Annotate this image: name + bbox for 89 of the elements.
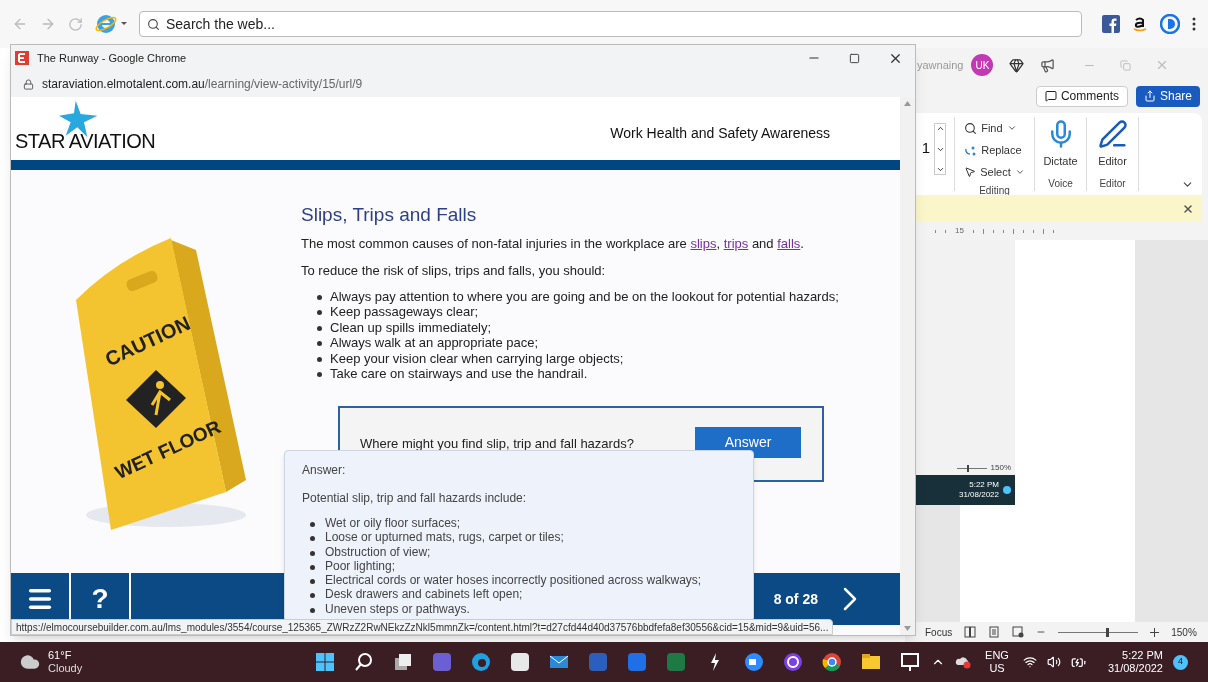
language-indicator[interactable]: ENG US: [985, 649, 1009, 675]
clock[interactable]: 5:22 PM 31/08/2022: [1107, 649, 1163, 675]
read-mode-icon[interactable]: [964, 626, 977, 638]
group-label: Voice: [1048, 177, 1073, 191]
course-title: Work Health and Safety Awareness: [610, 124, 830, 143]
search-icon: [964, 121, 978, 135]
hazard-text: Electrical cords or water hoses incorrectly positioned across walkways;: [325, 573, 702, 588]
more-icon[interactable]: [1192, 17, 1196, 31]
window-title: The Runway - Google Chrome: [37, 50, 188, 66]
comment-icon: [1044, 90, 1057, 102]
tip-text: Clean up spills immediately;: [330, 319, 492, 335]
question-text: Where might you find slip, trip and fall hazards?: [360, 434, 634, 453]
time-text: 5:22 PM: [969, 480, 999, 490]
maximize-icon[interactable]: [849, 52, 860, 64]
weather-widget[interactable]: 61°F Cloudy: [20, 649, 310, 675]
share-icon: [1143, 90, 1156, 102]
user-avatar[interactable]: UK: [971, 54, 994, 76]
lock-icon: [23, 78, 34, 90]
ruler-number: 15: [955, 225, 964, 237]
print-layout-icon[interactable]: [988, 626, 1001, 638]
language-text: ENG: [985, 649, 1009, 662]
group-label: Editing: [979, 184, 1010, 198]
address-bar[interactable]: staraviation.elmotalent.com.au/learning/view-activity/15/url/9: [11, 71, 915, 97]
pen-icon: [1097, 119, 1128, 149]
zoom-label: 150%: [990, 462, 1011, 474]
answer-lead: Potential slip, trip and fall hazards include:: [302, 490, 528, 507]
globe-e-icon[interactable]: [95, 13, 127, 35]
tip-text: Take care on stairways and use the handrail.: [330, 366, 588, 382]
notification-badge[interactable]: 4: [1173, 654, 1188, 670]
user-name: yawnaing: [917, 57, 964, 73]
replace-button[interactable]: Replace: [964, 139, 1022, 161]
zoom-thumb: [966, 464, 969, 472]
hazard-text: Wet or oily floor surfaces;: [325, 516, 461, 531]
date-text: 31/08/2022: [958, 490, 999, 500]
hazard-text: Obstruction of view;: [325, 544, 431, 559]
share-button[interactable]: Share: [1135, 85, 1200, 107]
spin-value: 1: [921, 138, 930, 158]
page-url: staraviation.elmotalent.com.au/learning/view-activity/15/url/9: [42, 76, 363, 93]
answer-title: Answer:: [302, 462, 347, 479]
search-icon: [147, 18, 160, 31]
tip-text: Always walk at an appropriate pace;: [330, 335, 539, 351]
region-text: US: [989, 662, 1005, 675]
comments-button[interactable]: Comments: [1035, 85, 1128, 107]
zoom-in-icon[interactable]: [1150, 627, 1160, 637]
temperature: 61°F: [48, 649, 73, 662]
hazard-text: Uneven steps or pathways.: [325, 601, 470, 617]
caret-icon: [1006, 123, 1017, 133]
term-link[interactable]: trips: [723, 235, 749, 251]
zoom-percent: 150%: [1171, 625, 1197, 640]
intro-text: The most common causes of non-fatal injuries in the workplace are slips, trips and falls.: [301, 234, 805, 253]
dictate-button[interactable]: Dictate: [1043, 119, 1078, 170]
page-counter: 8 of 28: [773, 589, 818, 609]
select-button[interactable]: Select: [964, 161, 1025, 183]
zoom-slider-thumb[interactable]: [1106, 627, 1110, 637]
tip-text: Keep passageways clear;: [330, 304, 479, 320]
cloud-icon: [20, 652, 40, 672]
hazard-text: Desk drawers and cabinets left open;: [325, 587, 523, 602]
hazard-text: Loose or upturned mats, rugs, carpet or tiles;: [325, 530, 564, 545]
find-button[interactable]: Find: [964, 117, 1017, 139]
volume-icon[interactable]: [1046, 655, 1061, 669]
close-icon[interactable]: [1182, 202, 1194, 215]
wifi-icon[interactable]: [1022, 655, 1037, 669]
web-layout-icon[interactable]: [1012, 626, 1025, 638]
hazard-text: Poor lighting;: [325, 558, 396, 574]
tip-text: Always pay attention to where you are going and be on the lookout for potential hazards;: [330, 288, 839, 304]
megaphone-icon[interactable]: [1040, 57, 1056, 73]
diamond-icon[interactable]: [1009, 57, 1025, 73]
lead-text: To reduce the risk of slips, trips and falls, you should:: [301, 262, 607, 280]
caret-icon: [1014, 167, 1025, 177]
circle-d-icon[interactable]: [1160, 14, 1180, 34]
time-text: 5:22 PM: [1122, 649, 1163, 662]
facebook-icon[interactable]: [1102, 15, 1120, 33]
site-logo-icon: [15, 51, 29, 65]
pointer-icon: [964, 166, 977, 178]
editor-button[interactable]: Editor: [1097, 119, 1128, 170]
date-text: 31/08/2022: [1107, 662, 1163, 675]
search-field[interactable]: Search the web...: [139, 11, 1082, 37]
up-caret-icon: [935, 124, 945, 133]
group-label: Editor: [1099, 177, 1126, 191]
section-heading: Slips, Trips and Falls: [301, 203, 478, 227]
amazon-icon[interactable]: [1132, 15, 1148, 33]
link-status-tooltip: https://elmocoursebuilder.com.au/lms_modules/3554/course_125365_ZWRzZ2RwNEkzZzNkl5mmnZk=/content.html?t=d27cfd44d40d37576bbdfefa8ef30556&cid=15&mid=9&uid=56...: [11, 619, 834, 635]
cloud-warning-icon[interactable]: [955, 655, 972, 669]
weather-text: Cloudy: [48, 662, 83, 675]
star-aviation-logo: STAR AVIATION: [15, 100, 156, 152]
focus-label[interactable]: Focus: [925, 624, 953, 640]
tip-text: Keep your vision clear when carrying large objects;: [330, 350, 624, 366]
more-caret-icon: [935, 165, 945, 174]
spin-control[interactable]: [934, 123, 946, 175]
